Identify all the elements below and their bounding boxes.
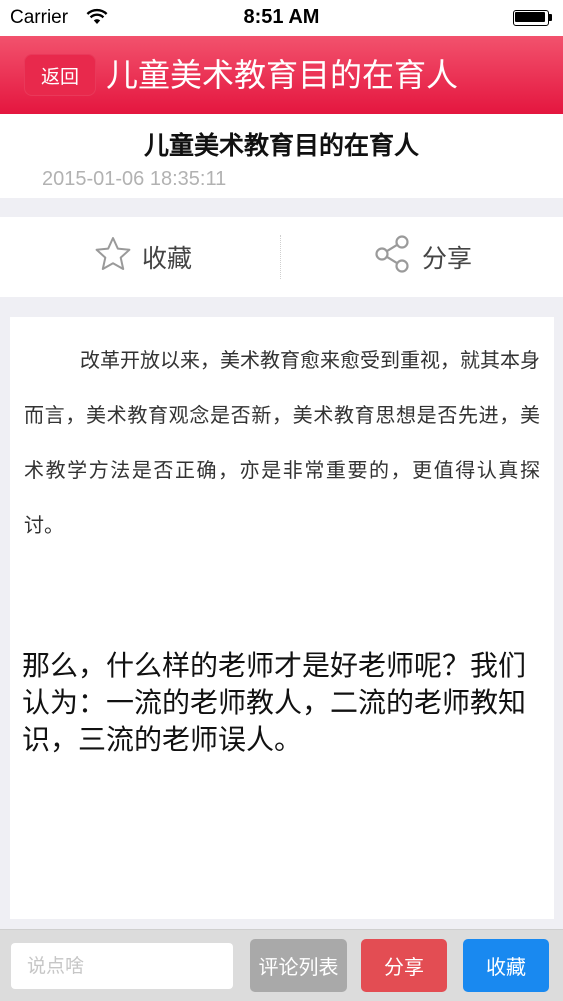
navigation-bar: 返回 儿童美术教育目的在育人	[0, 36, 563, 114]
star-icon	[94, 236, 142, 278]
back-button[interactable]: 返回	[24, 54, 96, 96]
share-icon	[372, 234, 422, 280]
comments-list-button[interactable]: 评论列表	[250, 939, 347, 992]
favorite-action[interactable]: 收藏	[94, 217, 192, 297]
article-content: 改革开放以来，美术教育愈来愈受到重视，就其本身而言，美术教育观念是否新，美术教育…	[10, 317, 554, 919]
article-title: 儿童美术教育目的在育人	[143, 131, 419, 160]
share-action[interactable]: 分享	[372, 217, 472, 297]
action-divider	[280, 235, 281, 279]
favorite-label: 收藏	[142, 244, 193, 273]
action-row: 收藏 分享	[0, 217, 563, 297]
share-label: 分享	[422, 244, 473, 273]
battery-icon	[513, 10, 553, 26]
status-bar: Carrier 8:51 AM	[0, 0, 563, 36]
article-date: 2015-01-06 18:35:11	[42, 168, 227, 190]
article-paragraph-large: 那么，什么样的老师才是好老师呢？我们认为：一流的老师教人，二流的老师教知识，三流…	[22, 649, 527, 756]
nav-title: 儿童美术教育目的在育人	[106, 56, 459, 94]
article-paragraph: 改革开放以来，美术教育愈来愈受到重视，就其本身而言，美术教育观念是否新，美术教育…	[24, 348, 540, 537]
clock: 8:51 AM	[243, 6, 320, 28]
article-header: 儿童美术教育目的在育人 2015-01-06 18:35:11	[0, 114, 563, 198]
share-button[interactable]: 分享	[361, 939, 447, 992]
bottom-toolbar: 评论列表 分享 收藏	[0, 929, 563, 1001]
favorite-button[interactable]: 收藏	[463, 939, 549, 992]
comment-input[interactable]	[11, 943, 233, 989]
